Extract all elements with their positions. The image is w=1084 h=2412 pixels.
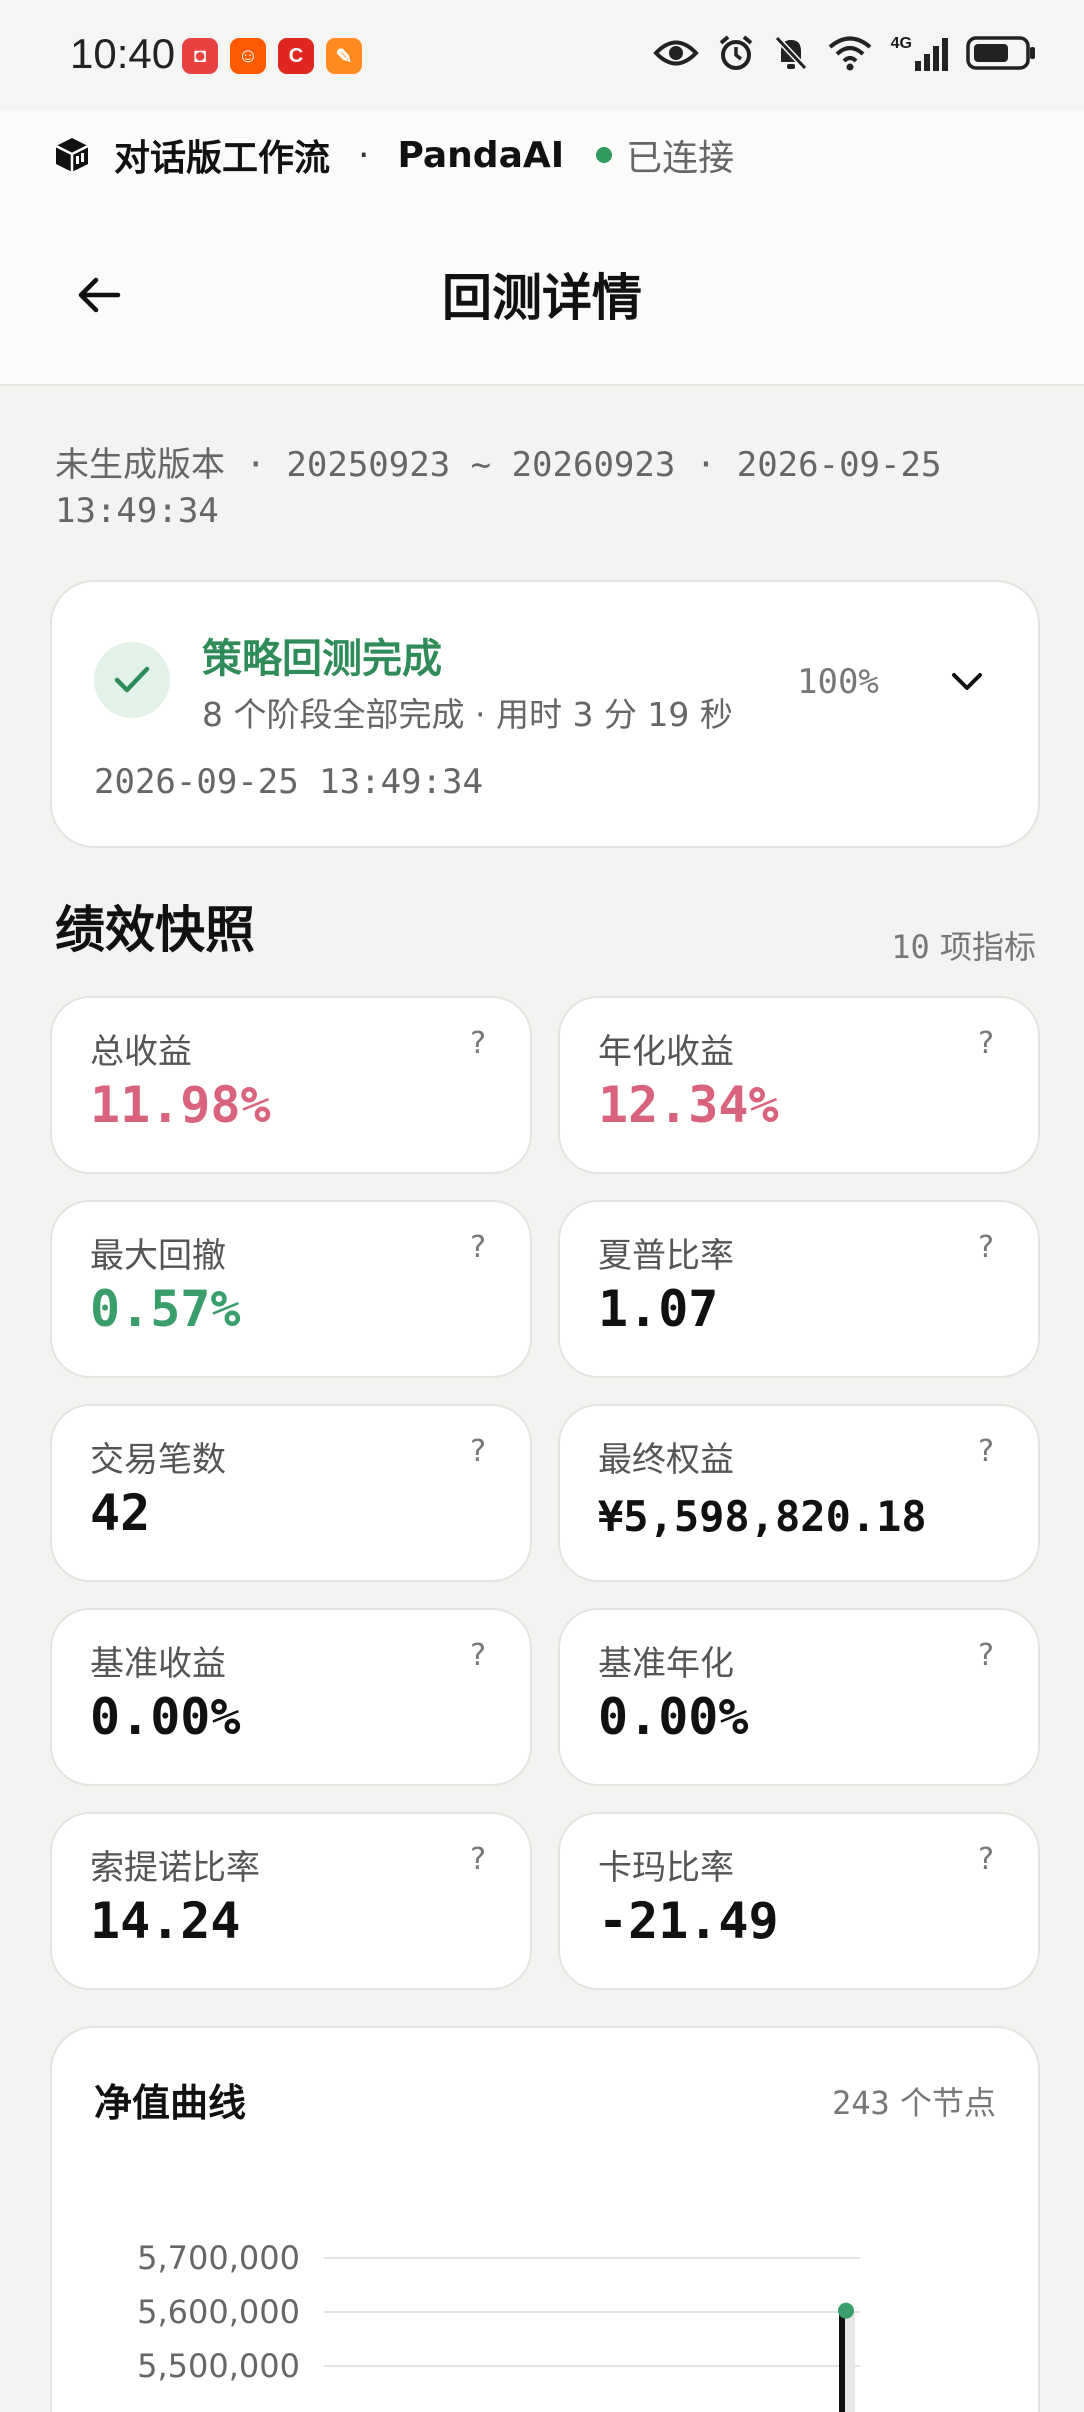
performance-title: 绩效快照 [55, 901, 255, 959]
cube-icon [55, 138, 89, 172]
equity-curve-card: 净值曲线 243 个节点 5,700,000 5,600,000 5,500,000 [50, 2026, 1040, 2412]
help-icon[interactable]: ? [978, 1434, 994, 1469]
metric-label: 索提诺比率 [90, 1848, 260, 1888]
expand-button[interactable] [942, 662, 992, 702]
y-tick-label: 5,500,000 [137, 2347, 300, 2385]
metric-count-suffix: 项指标 [939, 928, 1036, 966]
connection-status: 已连接 [626, 138, 735, 179]
metric-label: 总收益 [90, 1032, 192, 1072]
alarm-icon [719, 35, 752, 70]
battery-icon [966, 36, 1035, 70]
metric-card[interactable]: 最大回撤? 0.57% [50, 1200, 532, 1378]
help-icon[interactable]: ? [978, 1026, 994, 1061]
help-icon[interactable]: ? [978, 1638, 994, 1673]
metric-value: 11.98% [90, 1076, 271, 1134]
help-icon[interactable]: ? [470, 1434, 486, 1469]
network-type: 4G [890, 35, 912, 52]
help-icon[interactable]: ? [470, 1638, 486, 1673]
progress-percent: 100% [797, 662, 879, 702]
metric-card[interactable]: 夏普比率? 1.07 [558, 1200, 1040, 1378]
help-icon[interactable]: ? [470, 1842, 486, 1877]
page-header: 回测详情 [0, 200, 1084, 386]
chevron-down-icon [952, 673, 982, 690]
c-app-icon: C [278, 38, 314, 74]
help-icon[interactable]: ? [470, 1230, 486, 1265]
status-time: 10:40 [70, 30, 176, 77]
wifi-icon [828, 36, 871, 71]
y-tick-label: 5,600,000 [137, 2293, 300, 2331]
metric-card[interactable]: 最终权益? ¥5,598,820.18 [558, 1404, 1040, 1582]
metric-value: 42 [90, 1484, 151, 1542]
help-icon[interactable]: ? [978, 1230, 994, 1265]
metric-value: 0.00% [90, 1688, 241, 1746]
metric-label: 最终权益 [598, 1440, 734, 1480]
metric-card[interactable]: 交易笔数? 42 [50, 1404, 532, 1582]
equity-series-shadow [845, 2312, 855, 2412]
metric-value: 1.07 [598, 1280, 719, 1338]
connection-status-dot [596, 147, 613, 163]
equity-curve-chart: 5,700,000 5,600,000 5,500,000 [137, 2239, 860, 2412]
help-icon[interactable]: ? [978, 1842, 994, 1877]
status-app-icons: ◘ ☺ C ✎ [182, 38, 362, 74]
metric-value: ¥5,598,820.18 [598, 1492, 927, 1541]
mute-bell-icon [774, 35, 807, 71]
signal-icon: 4G [891, 35, 948, 71]
metric-value: 0.57% [90, 1280, 241, 1338]
workflow-title: 对话版工作流 [114, 138, 331, 179]
metric-card[interactable]: 基准收益? 0.00% [50, 1608, 532, 1786]
metric-label: 卡玛比率 [598, 1848, 734, 1888]
metric-value: 14.24 [90, 1892, 241, 1950]
page-title: 回测详情 [442, 269, 642, 327]
backtest-meta: 未生成版本 · 20250923 ~ 20260923 · 2026-09-25… [55, 445, 942, 531]
status-subtitle: 8 个阶段全部完成 · 用时 3 分 19 秒 [202, 695, 733, 734]
status-bar: 10:40 ◘ ☺ C ✎ 4G [0, 0, 1084, 110]
workflow-app-name: PandaAI [397, 134, 565, 176]
metric-value: -21.49 [598, 1892, 779, 1950]
check-icon [114, 666, 150, 693]
metric-card[interactable]: 总收益? 11.98% [50, 996, 532, 1174]
status-timestamp: 2026-09-25 13:49:34 [94, 762, 483, 802]
status-title: 策略回测完成 [202, 636, 442, 682]
metric-card[interactable]: 基准年化? 0.00% [558, 1608, 1040, 1786]
metric-card[interactable]: 年化收益? 12.34% [558, 996, 1040, 1174]
metric-label: 基准收益 [90, 1644, 226, 1684]
metric-card[interactable]: 索提诺比率? 14.24 [50, 1812, 532, 1990]
equity-last-point [838, 2302, 854, 2319]
metric-label: 交易笔数 [90, 1440, 226, 1480]
metric-label: 基准年化 [598, 1644, 734, 1684]
status-indicators: 4G [652, 34, 1038, 72]
eye-icon [652, 40, 699, 66]
metric-value: 0.00% [598, 1688, 749, 1746]
help-icon[interactable]: ? [470, 1026, 486, 1061]
metric-count-number: 10 [891, 928, 930, 966]
metric-value: 12.34% [598, 1076, 779, 1134]
check-badge [94, 642, 170, 718]
taobao-icon: ☺ [230, 38, 266, 74]
workflow-separator: · [358, 134, 370, 176]
metric-label: 夏普比率 [598, 1236, 734, 1276]
backtest-status-card[interactable]: 策略回测完成 8 个阶段全部完成 · 用时 3 分 19 秒 100% 2026… [50, 580, 1040, 848]
huawei-store-icon: ◘ [182, 38, 218, 74]
metric-label: 年化收益 [598, 1032, 734, 1072]
metric-count: 10 项指标 [891, 922, 1036, 968]
fenbi-icon: ✎ [326, 38, 362, 74]
metric-card[interactable]: 卡玛比率? -21.49 [558, 1812, 1040, 1990]
y-tick-label: 5,700,000 [137, 2239, 300, 2277]
metric-label: 最大回撤 [90, 1236, 226, 1276]
workflow-bar: 对话版工作流 · PandaAI 已连接 [0, 110, 1084, 200]
